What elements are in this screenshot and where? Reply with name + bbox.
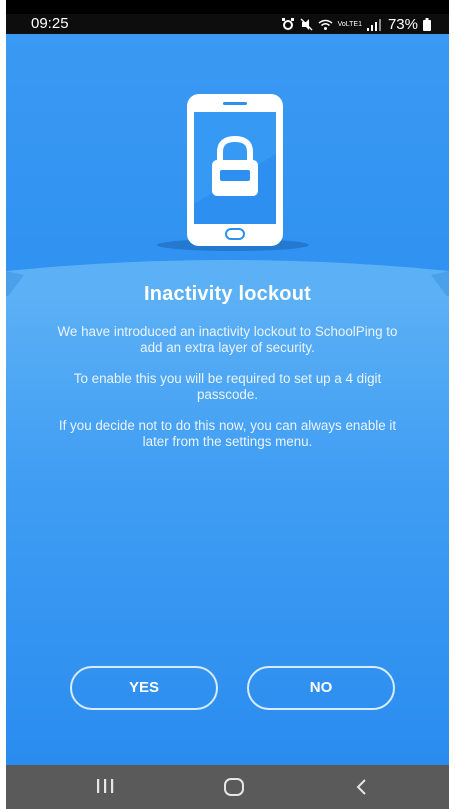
intro-paragraph: We have introduced an inactivity lockout…: [57, 324, 398, 355]
status-time: 09:25: [31, 15, 69, 32]
yes-button[interactable]: YES: [70, 666, 218, 710]
mute-icon: [300, 18, 313, 31]
network-label: VoLTE1: [337, 21, 362, 28]
settings-paragraph: If you decide not to do this now, you ca…: [58, 418, 397, 449]
no-button[interactable]: NO: [247, 666, 395, 710]
lockout-screen: Inactivity lockout We have introduced an…: [6, 34, 449, 765]
home-icon[interactable]: [223, 777, 245, 802]
phone-frame: 09:25 VoLTE1 73% Inactivity lockout We h…: [6, 0, 449, 809]
recent-apps-icon[interactable]: [95, 777, 115, 800]
status-icons: VoLTE1 73%: [281, 16, 431, 33]
alarm-icon: [281, 18, 295, 31]
passcode-paragraph: To enable this you will be required to s…: [73, 371, 382, 402]
navigation-bar: [6, 765, 449, 809]
signal-icon: [366, 18, 381, 31]
back-icon[interactable]: [354, 777, 368, 802]
battery-percent: 73%: [387, 16, 418, 33]
dialog-title: Inactivity lockout: [144, 283, 311, 305]
wifi-icon: [318, 19, 333, 31]
battery-icon: [423, 18, 431, 31]
phone-illustration-icon: [156, 94, 316, 254]
status-bar: 09:25 VoLTE1 73%: [6, 14, 449, 34]
